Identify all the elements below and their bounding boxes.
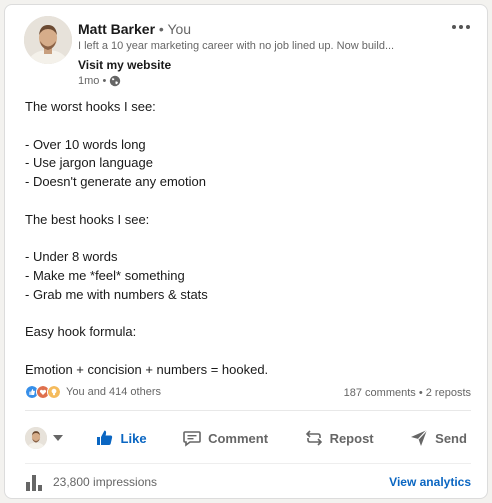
caret-down-icon [53, 435, 63, 441]
comment-button[interactable]: Comment [178, 421, 272, 455]
social-counts: You and 414 others 187 comments • 2 repo… [25, 385, 471, 401]
post-line [25, 229, 465, 248]
user-photo [25, 427, 47, 449]
post-line: The best hooks I see: [25, 211, 150, 227]
post-line: - Use jargon language [25, 155, 153, 171]
reactions-summary[interactable]: You and 414 others [25, 385, 161, 399]
repost-label: Repost [329, 430, 374, 446]
comment-label: Comment [208, 430, 269, 446]
insightful-reaction-icon [47, 385, 61, 399]
more-dot-icon [452, 25, 456, 29]
post-line: Easy hook formula: [25, 324, 137, 339]
repost-icon [305, 430, 322, 446]
send-label: Send [435, 430, 467, 446]
like-icon [96, 430, 112, 445]
like-button[interactable]: Like [91, 421, 151, 455]
author-headline: I left a 10 year marketing career with n… [78, 40, 395, 52]
post-line [25, 117, 465, 136]
globe-icon [110, 75, 121, 87]
more-dot-icon [459, 25, 463, 29]
bar-chart-icon [26, 475, 42, 491]
post-card: Matt Barker • You I left a 10 year marke… [4, 4, 488, 499]
post-line [25, 342, 465, 361]
more-options-button[interactable] [449, 19, 473, 35]
more-dot-icon [466, 25, 470, 29]
post-line: - Make me *feel* something [25, 267, 185, 283]
impressions-count: 23,800 impressions [53, 475, 158, 489]
post-body: The worst hooks I see: - Over 10 words l… [25, 98, 465, 379]
author-line: Matt Barker • You [78, 21, 191, 37]
author-degree: • You [155, 21, 192, 37]
post-line: Emotion + concision + numbers = hooked. [25, 361, 269, 377]
identity-switcher[interactable] [25, 427, 63, 449]
visit-website-link[interactable]: Visit my website [78, 58, 171, 72]
impressions-stat: 23,800 impressions [25, 473, 157, 491]
post-time: 1mo • [78, 75, 107, 87]
divider [25, 463, 471, 464]
user-avatar [25, 427, 47, 449]
divider [25, 410, 471, 411]
like-label: Like [120, 430, 147, 446]
author-photo [24, 16, 72, 64]
post-line: - Over 10 words long [25, 136, 146, 152]
post-line: - Doesn't generate any emotion [25, 174, 206, 189]
post-line [25, 304, 465, 323]
view-analytics-link[interactable]: View analytics [389, 475, 471, 489]
post-footer: 23,800 impressions View analytics [25, 471, 471, 493]
author-avatar[interactable] [24, 16, 72, 64]
post-line [25, 192, 465, 211]
action-bar: Like Comment Repost Send [25, 421, 471, 455]
repost-button[interactable]: Repost [300, 421, 378, 455]
send-button[interactable]: Send [405, 421, 471, 455]
post-line: The worst hooks I see: [25, 99, 156, 114]
send-icon [411, 429, 428, 446]
author-name[interactable]: Matt Barker [78, 21, 155, 37]
post-line: - Grab me with numbers & stats [25, 286, 208, 302]
comment-icon [183, 431, 201, 447]
post-line: - Under 8 words [25, 249, 118, 264]
reactions-text: You and 414 others [66, 386, 162, 398]
post-meta: 1mo • [78, 75, 121, 87]
comments-reposts-count[interactable]: 187 comments • 2 reposts [344, 387, 471, 399]
